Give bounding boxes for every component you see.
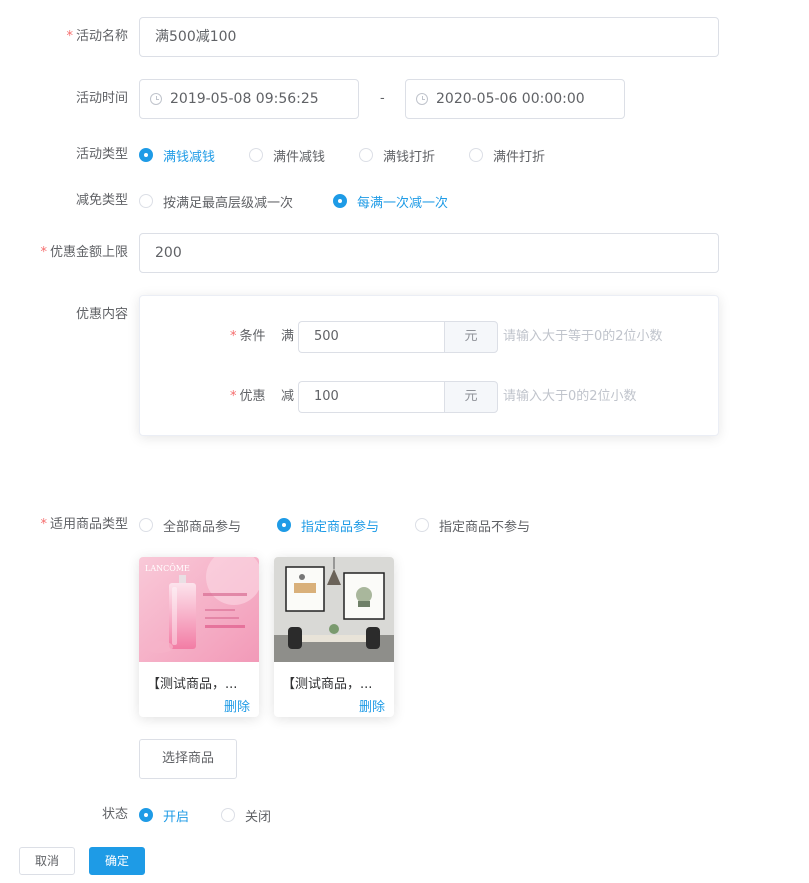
radio-dot: [139, 148, 153, 162]
discount-unit: 元: [444, 381, 498, 413]
condition-unit: 元: [444, 321, 498, 353]
activity-time-label: 活动时间: [75, 91, 128, 106]
product-delete-link[interactable]: 删除: [359, 696, 385, 715]
date-separator: -: [380, 91, 385, 106]
discount-amount-input[interactable]: 100: [298, 381, 444, 413]
radio-goods-all[interactable]: 全部商品参与: [139, 515, 241, 535]
cancel-button[interactable]: 取消: [19, 847, 75, 875]
radio-type-count-reduce[interactable]: 满件减钱: [249, 145, 325, 165]
radio-status-on[interactable]: 开启: [139, 805, 189, 825]
discount-hint: 请输入大于0的2位小数: [503, 389, 637, 404]
radio-dot: [469, 148, 483, 162]
product-card: LANCÔME 【测试商品，... 删除: [139, 557, 259, 717]
activity-name-input[interactable]: 满500减100: [139, 17, 719, 57]
radio-reduce-highest-once[interactable]: 按满足最高层级减一次: [139, 191, 293, 211]
discount-limit-input[interactable]: 200: [139, 233, 719, 273]
radio-dot: [415, 518, 429, 532]
activity-type-label: 活动类型: [75, 147, 128, 162]
radio-type-count-discount[interactable]: 满件打折: [469, 145, 545, 165]
clock-icon: [416, 93, 428, 105]
condition-hint: 请输入大于等于0的2位小数: [503, 329, 663, 344]
discount-label: * 优惠: [230, 389, 266, 404]
radio-dot: [221, 808, 235, 822]
product-title: 【测试商品，...: [282, 677, 373, 692]
interior-product-picture: [274, 557, 394, 662]
discount-prefix: 减: [281, 389, 295, 404]
status-label: 状态: [101, 807, 128, 822]
radio-goods-include[interactable]: 指定商品参与: [277, 515, 379, 535]
lancome-product-picture: LANCÔME: [139, 557, 259, 662]
confirm-button[interactable]: 确定: [89, 847, 145, 875]
radio-dot: [139, 808, 153, 822]
activity-name-label: * 活动名称: [66, 29, 128, 44]
radio-dot: [139, 194, 153, 208]
clock-icon: [150, 93, 162, 105]
condition-prefix: 满: [281, 329, 295, 344]
discount-limit-label: * 优惠金额上限: [40, 245, 128, 260]
end-date-input[interactable]: 2020-05-06 00:00:00: [405, 79, 625, 119]
reduce-type-label: 减免类型: [75, 193, 128, 208]
product-image: [274, 557, 394, 662]
radio-dot: [249, 148, 263, 162]
product-image: LANCÔME: [139, 557, 259, 662]
discount-content-label: 优惠内容: [75, 307, 128, 322]
radio-status-off[interactable]: 关闭: [221, 805, 271, 825]
product-delete-link[interactable]: 删除: [224, 696, 250, 715]
radio-dot: [139, 518, 153, 532]
condition-label: * 条件: [230, 329, 266, 344]
product-title: 【测试商品，...: [147, 677, 238, 692]
radio-type-amount-reduce[interactable]: 满钱减钱: [139, 145, 215, 165]
radio-reduce-every-time[interactable]: 每满一次减一次: [333, 191, 448, 211]
condition-input-group: 500 元: [298, 321, 498, 353]
radio-dot: [359, 148, 373, 162]
discount-content-card: * 条件 满 500 元 请输入大于等于0的2位小数 * 优惠 减 100 元 请输…: [139, 295, 719, 436]
product-card: 【测试商品，... 删除: [274, 557, 394, 717]
radio-dot: [333, 194, 347, 208]
radio-type-amount-discount[interactable]: 满钱打折: [359, 145, 435, 165]
brand-logo-text: LANCÔME: [145, 564, 190, 573]
radio-goods-exclude[interactable]: 指定商品不参与: [415, 515, 530, 535]
condition-amount-input[interactable]: 500: [298, 321, 444, 353]
radio-dot: [277, 518, 291, 532]
start-date-input[interactable]: 2019-05-08 09:56:25: [139, 79, 359, 119]
goods-type-label: * 适用商品类型: [40, 517, 128, 532]
select-goods-button[interactable]: 选择商品: [139, 739, 237, 779]
discount-input-group: 100 元: [298, 381, 498, 413]
